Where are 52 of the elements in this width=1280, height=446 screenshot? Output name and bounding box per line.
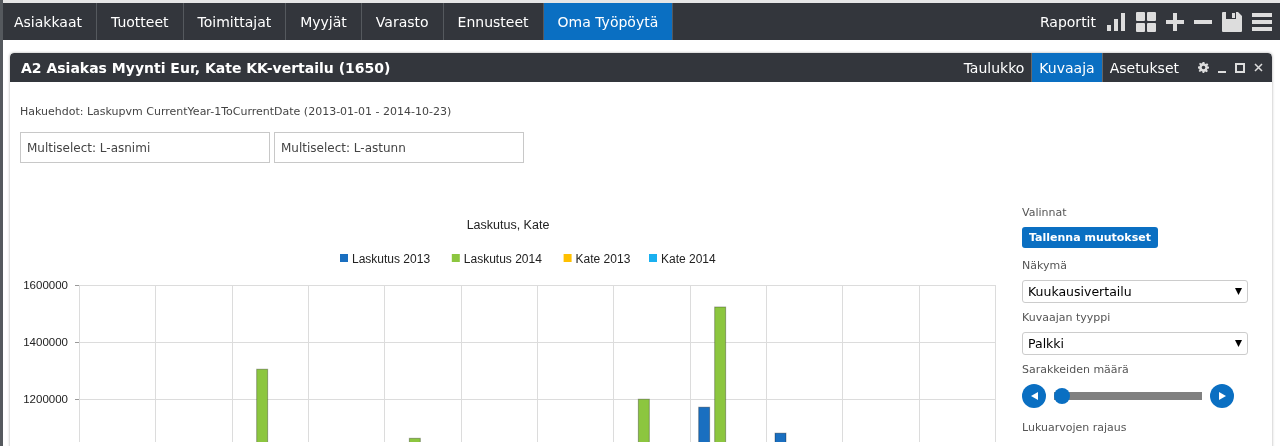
- y-axis-label: 1400000: [23, 336, 68, 349]
- legend-item[interactable]: Kate 2013: [563, 252, 631, 266]
- caret-icon: [1235, 288, 1242, 295]
- grid-icon[interactable]: [1136, 11, 1156, 32]
- close-icon[interactable]: [1254, 63, 1263, 72]
- chart-bar: [698, 406, 711, 442]
- maximize-icon[interactable]: [1235, 62, 1245, 73]
- caret-icon: [1235, 340, 1242, 347]
- reports-label[interactable]: Raportit: [1039, 13, 1096, 30]
- chart-title: Laskutus, Kate: [466, 218, 550, 232]
- save-changes-button[interactable]: Tallenna muutokset: [1022, 227, 1158, 248]
- y-axis-label: 1200000: [23, 393, 68, 406]
- y-axis-label: 1600000: [23, 279, 68, 291]
- menu-icon[interactable]: [1252, 12, 1272, 31]
- bar-chart-icon[interactable]: [1106, 11, 1126, 32]
- multiselect-field[interactable]: Multiselect: L-astunn: [274, 132, 524, 163]
- multiselect-field[interactable]: Multiselect: L-asnimi: [20, 132, 270, 163]
- field-label: Näkymä: [1022, 258, 1068, 274]
- chart-bar: [408, 437, 421, 442]
- settings-icon[interactable]: [1198, 62, 1209, 73]
- field-label: Sarakkeiden määrä: [1022, 362, 1130, 378]
- nav-tab[interactable]: Toimittajat: [183, 3, 287, 40]
- minimize-icon[interactable]: [1218, 70, 1226, 73]
- nav-tab[interactable]: Oma Työpöytä: [543, 3, 674, 40]
- left-triangle-icon: [1030, 392, 1038, 400]
- nav-tab[interactable]: Ennusteet: [443, 3, 544, 40]
- dropdown[interactable]: Kuukausivertailu: [1022, 280, 1248, 303]
- slider-thumb[interactable]: [1054, 388, 1070, 404]
- view-tab[interactable]: Asetukset: [1102, 53, 1186, 82]
- decrease-button[interactable]: [1022, 384, 1046, 408]
- minus-icon[interactable]: [1194, 19, 1212, 24]
- legend-item[interactable]: Kate 2014: [649, 252, 716, 266]
- view-tab[interactable]: Kuvaaja: [1032, 53, 1103, 82]
- nav-tab[interactable]: Varasto: [361, 3, 444, 40]
- legend-item[interactable]: Laskutus 2013: [340, 252, 431, 266]
- nav-tab[interactable]: Myyjät: [286, 3, 362, 40]
- nav-tab[interactable]: Tuotteet: [96, 3, 184, 40]
- dropdown[interactable]: Palkki: [1022, 332, 1248, 355]
- right-triangle-icon: [1218, 392, 1226, 400]
- search-criteria-text: Hakuehdot: Laskupvm CurrentYear-1ToCurrentDate (2013-01-01 - 2014-10-23): [20, 105, 453, 119]
- field-label: Kuvaajan tyyppi: [1022, 310, 1112, 326]
- section-heading: Valinnat: [1022, 205, 1068, 221]
- nav-tab[interactable]: Asiakkaat: [3, 3, 97, 40]
- increase-button[interactable]: [1210, 384, 1234, 408]
- field-label: Lukuarvojen rajaus: [1022, 420, 1128, 436]
- legend-label: Kate 2013: [575, 252, 631, 266]
- legend-item[interactable]: Laskutus 2014: [451, 252, 542, 266]
- plus-icon[interactable]: [1166, 12, 1184, 31]
- panel-title: A2 Asiakas Myynti Eur, Kate KK-vertailu (1650): [21, 59, 391, 76]
- chart-bar: [774, 432, 787, 442]
- chart-bar: [637, 398, 650, 442]
- legend-label: Kate 2014: [661, 252, 717, 266]
